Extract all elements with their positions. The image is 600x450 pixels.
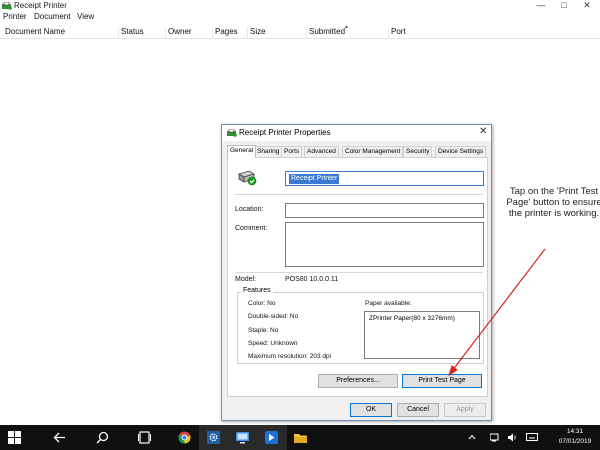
- cancel-button[interactable]: Cancel: [397, 403, 439, 417]
- printer-properties-dialog: Receipt Printer Properties ✕ General Sha…: [221, 124, 492, 421]
- windows-start-icon: [8, 431, 21, 444]
- tab-color-management[interactable]: Color Management: [342, 146, 404, 157]
- dialog-close-button[interactable]: ✕: [479, 126, 487, 137]
- features-title: Features: [241, 287, 273, 294]
- menu-view[interactable]: View: [77, 12, 94, 21]
- printer-app-icon: [2, 2, 12, 10]
- menu-printer[interactable]: Printer: [3, 12, 27, 21]
- search-icon: [96, 431, 109, 444]
- system-tray: 14:31 07/01/2019: [450, 425, 600, 450]
- feature-color: Color: No: [248, 300, 276, 307]
- column-submitted[interactable]: Submitted: [306, 27, 345, 39]
- column-pages[interactable]: Pages: [212, 27, 238, 39]
- display-icon: [236, 432, 249, 444]
- app-icon: [265, 431, 278, 444]
- menu-bar: Printer Document View: [0, 11, 600, 23]
- keyboard-icon[interactable]: [526, 433, 538, 443]
- volume-icon[interactable]: [508, 433, 518, 444]
- task-view-icon: [138, 431, 151, 444]
- close-button[interactable]: ✕: [576, 0, 598, 11]
- column-size[interactable]: Size: [247, 27, 266, 39]
- minimize-button[interactable]: —: [530, 0, 552, 11]
- comment-label: Comment:: [235, 225, 268, 232]
- preferences-button[interactable]: Preferences...: [318, 374, 398, 388]
- taskbar-file-explorer[interactable]: [286, 425, 316, 450]
- divider: [235, 194, 483, 195]
- printer-app-icon: [227, 129, 237, 137]
- features-group: Color: No Double-sided: No Staple: No Sp…: [237, 292, 484, 364]
- dialog-title: Receipt Printer Properties: [239, 128, 331, 137]
- model-value: POS80 10.0.0.11: [285, 276, 339, 283]
- feature-staple: Staple: No: [248, 327, 279, 334]
- window-titlebar: Receipt Printer — □ ✕: [0, 0, 600, 11]
- feature-max-resolution: Maximum resolution: 203 dpi: [248, 353, 332, 360]
- clock-time[interactable]: 14:31: [555, 428, 595, 435]
- tab-device-settings[interactable]: Device Settings: [435, 146, 487, 157]
- apply-button[interactable]: Apply: [444, 403, 486, 417]
- comment-field[interactable]: [285, 222, 484, 267]
- tab-general[interactable]: General: [227, 145, 257, 158]
- chrome-icon: [178, 431, 191, 444]
- taskbar-chrome[interactable]: [170, 425, 200, 450]
- dialog-titlebar: Receipt Printer Properties ✕: [222, 125, 491, 141]
- task-view-button[interactable]: [130, 425, 160, 450]
- taskbar-settings[interactable]: [199, 425, 229, 450]
- column-port[interactable]: Port: [388, 27, 406, 39]
- maximize-button[interactable]: □: [553, 0, 575, 11]
- print-test-page-button[interactable]: Print Test Page: [402, 374, 482, 388]
- file-explorer-icon: [294, 434, 307, 443]
- paper-available-label: Paper available:: [365, 300, 412, 307]
- paper-list[interactable]: ZPrinter Paper(80 x 3276mm): [364, 311, 480, 359]
- menu-document[interactable]: Document: [34, 12, 70, 21]
- taskbar-app[interactable]: [257, 425, 287, 450]
- tab-security[interactable]: Security: [403, 146, 433, 157]
- start-button[interactable]: [0, 425, 30, 450]
- location-label: Location:: [235, 206, 264, 213]
- column-document-name[interactable]: Document Name: [3, 27, 65, 39]
- location-field[interactable]: [285, 203, 484, 218]
- instruction-callout: Tap on the 'Print Test Page' button to e…: [506, 186, 600, 219]
- feature-double-sided: Double-sided: No: [248, 313, 299, 320]
- column-status[interactable]: Status: [118, 27, 144, 39]
- back-button[interactable]: [45, 425, 75, 450]
- network-icon[interactable]: [489, 433, 500, 444]
- feature-speed: Speed: Unknown: [248, 340, 298, 347]
- notification-chevron-icon[interactable]: [468, 433, 476, 443]
- search-button[interactable]: [88, 425, 118, 450]
- printer-name-field[interactable]: Receipt Printer: [285, 171, 484, 186]
- printer-name-value: Receipt Printer: [289, 174, 340, 184]
- tab-advanced[interactable]: Advanced: [304, 146, 339, 157]
- printer-icon: [238, 170, 257, 186]
- tab-sharing[interactable]: Sharing: [254, 146, 283, 157]
- ok-button[interactable]: OK: [350, 403, 392, 417]
- taskbar-display[interactable]: [228, 425, 258, 450]
- model-label: Model:: [235, 276, 257, 283]
- taskbar: 14:31 07/01/2019: [0, 425, 600, 450]
- column-owner[interactable]: Owner: [165, 27, 192, 39]
- back-icon: [53, 432, 65, 443]
- paper-list-item[interactable]: ZPrinter Paper(80 x 3276mm): [369, 315, 455, 322]
- general-tab-panel: Receipt Printer Location: Comment: Model…: [227, 157, 488, 397]
- tab-ports[interactable]: Ports: [281, 146, 303, 157]
- tab-strip: General Sharing Ports Advanced Color Man…: [227, 145, 489, 158]
- divider: [235, 272, 483, 273]
- settings-icon: [207, 431, 220, 444]
- clock-date[interactable]: 07/01/2019: [555, 438, 595, 445]
- window-title: Receipt Printer: [14, 1, 67, 10]
- column-header-row: Document Name Status Owner Pages Size Su…: [0, 25, 600, 39]
